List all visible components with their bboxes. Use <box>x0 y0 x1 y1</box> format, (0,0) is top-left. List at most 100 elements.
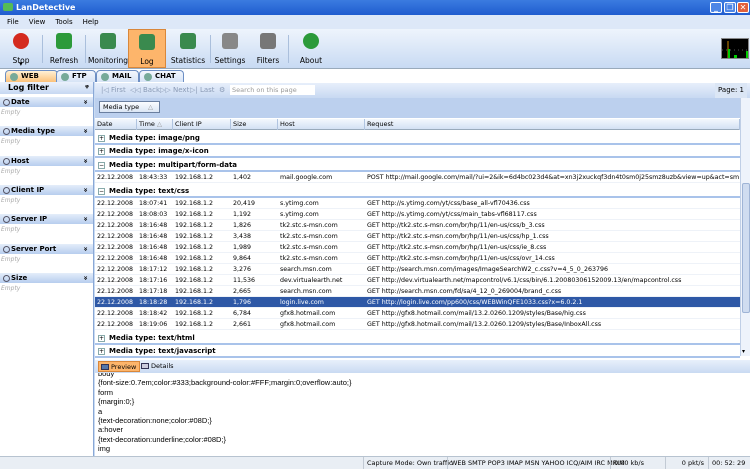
table-row[interactable]: 22.12.2008 18:07:41 192.168.1.2 20,419 s.yti… <box>95 198 740 210</box>
toolbar-separator <box>42 35 43 63</box>
dropdown-arrow-icon[interactable]: ▾ <box>19 59 23 68</box>
expand-icon[interactable]: » <box>81 246 91 251</box>
cell-size: 1,826 <box>233 222 252 230</box>
group-row[interactable]: + Media type: text/javascript <box>95 345 740 358</box>
preview-content[interactable]: body {font-size:0.7em;color:#333;backgrou… <box>95 373 750 456</box>
expand-icon[interactable]: + <box>98 135 105 142</box>
about-button[interactable]: About <box>290 29 332 68</box>
column-header-size[interactable]: Size <box>231 119 278 130</box>
preview-line: a:hover <box>98 425 124 435</box>
group-row[interactable]: − Media type: text/css <box>95 184 740 198</box>
table-row[interactable]: 22.12.2008 18:17:18 192.168.1.2 2,665 search… <box>95 286 740 298</box>
close-button[interactable]: ✕ <box>737 2 749 13</box>
column-header-host[interactable]: Host <box>278 119 365 130</box>
next-button[interactable]: ▷▷ Next <box>160 83 189 98</box>
tab-web[interactable]: WEB <box>5 70 58 82</box>
group-row[interactable]: + Media type: image/x-icon <box>95 145 740 159</box>
filter-media-type[interactable]: Media type » <box>0 126 93 137</box>
expand-icon[interactable]: + <box>98 148 105 156</box>
expand-icon[interactable]: » <box>81 217 91 222</box>
expand-icon[interactable]: » <box>81 129 91 134</box>
menu-help[interactable]: Help <box>83 18 99 26</box>
tab-preview[interactable]: Preview <box>98 361 141 372</box>
filters-button[interactable]: Filters <box>252 29 284 68</box>
settings-button[interactable]: Settings <box>212 29 248 68</box>
table-row[interactable]: 22.12.2008 18:08:03 192.168.1.2 1,192 s.ytim… <box>95 209 740 221</box>
filter-size[interactable]: Size » <box>0 272 93 283</box>
last-button[interactable]: ▷| Last <box>190 83 215 98</box>
first-button[interactable]: |◁ First <box>101 83 126 98</box>
cell-request: GET http://gfx8.hotmail.com/mail/13.2.02… <box>367 310 586 318</box>
tab-mail[interactable]: MAIL <box>96 70 139 82</box>
menu-view[interactable]: View <box>29 18 46 26</box>
column-header-date[interactable]: Date <box>95 119 137 130</box>
vertical-scrollbar[interactable]: ▾ <box>740 98 750 356</box>
search-input[interactable]: Search on this page <box>230 85 315 95</box>
group-row[interactable]: + Media type: image/png <box>95 132 740 145</box>
table-row[interactable]: 22.12.2008 18:43:33 192.168.1.2 1,402 mail.g… <box>95 172 740 184</box>
capture-mode: Capture Mode: Own traffic <box>363 457 456 469</box>
restore-button[interactable]: ❐ <box>724 2 736 13</box>
menu-tools[interactable]: Tools <box>55 18 72 26</box>
table-row[interactable]: 22.12.2008 18:18:28 192.168.1.2 1,796 login.… <box>95 297 740 309</box>
expand-icon[interactable]: » <box>81 276 91 281</box>
expand-icon[interactable]: » <box>81 100 91 105</box>
column-header-client-ip[interactable]: Client IP <box>173 119 231 130</box>
table-row[interactable]: 22.12.2008 18:16:48 192.168.1.2 9,864 tk2.st… <box>95 253 740 265</box>
scroll-down-icon[interactable]: ▾ <box>742 348 745 355</box>
filter-server-port[interactable]: Server Port » <box>0 243 93 254</box>
cell-date: 22.12.2008 <box>97 255 134 263</box>
filter-label: Server Port <box>11 244 57 253</box>
pin-icon[interactable]: ᵠ <box>85 82 89 94</box>
toolbar-separator <box>85 35 86 63</box>
column-header-time[interactable]: Time △ <box>137 119 173 130</box>
statistics-button[interactable]: Statistics <box>168 29 208 68</box>
table-row[interactable]: 22.12.2008 18:19:06 192.168.1.2 2,661 gfx8.h… <box>95 319 740 331</box>
collapse-icon[interactable]: − <box>98 187 105 195</box>
tab-ftp[interactable]: FTP <box>56 70 96 82</box>
table-row[interactable]: 22.12.2008 18:16:48 192.168.1.2 1,826 tk2.st… <box>95 220 740 232</box>
refresh-button[interactable]: Refresh <box>44 29 84 68</box>
table-row[interactable]: 22.12.2008 18:17:16 192.168.1.2 11,536 dev.v… <box>95 275 740 287</box>
group-label: Media type: text/css <box>109 186 190 195</box>
log-icon <box>139 34 155 50</box>
table-row[interactable]: 22.12.2008 18:16:48 192.168.1.2 3,438 tk2.st… <box>95 231 740 243</box>
expand-icon[interactable]: » <box>81 188 91 193</box>
preview-icon <box>101 364 109 370</box>
filter-client-ip[interactable]: Client IP » <box>0 184 93 195</box>
title-bar: LanDetective _ ❐ ✕ <box>0 0 750 15</box>
table-row[interactable]: 22.12.2008 18:18:42 192.168.1.2 6,784 gfx8.h… <box>95 308 740 320</box>
filter-host[interactable]: Host » <box>0 155 93 166</box>
stop-button[interactable]: Stop ▾ <box>2 29 40 68</box>
filter-icon <box>260 33 276 49</box>
group-row[interactable]: − Media type: multipart/form-data <box>95 158 740 172</box>
log-filter-panel: Log filter ᵠ Date» Empty Media type» Empty Ho… <box>0 82 94 456</box>
expand-icon[interactable]: + <box>98 348 105 355</box>
group-by-media-type-button[interactable]: Media type △ <box>99 101 160 113</box>
table-row[interactable]: 22.12.2008 18:17:12 192.168.1.2 3,276 search… <box>95 264 740 276</box>
group-row[interactable]: + Media type: text/html <box>95 331 740 345</box>
back-button[interactable]: ◁◁ Back <box>130 83 160 98</box>
chat-icon <box>144 73 152 81</box>
expand-icon[interactable]: + <box>98 334 105 342</box>
monitoring-button[interactable]: Monitoring <box>87 29 129 68</box>
collapse-icon[interactable]: − <box>98 161 105 169</box>
column-header-request[interactable]: Request <box>365 119 740 130</box>
filter-date[interactable]: Date » <box>0 97 93 107</box>
log-button[interactable]: Log <box>128 29 166 68</box>
mail-icon <box>101 73 109 81</box>
scrollbar-thumb[interactable] <box>742 183 750 313</box>
expand-icon[interactable]: » <box>81 158 91 163</box>
cell-size: 3,438 <box>233 233 252 241</box>
filter-server-ip[interactable]: Server IP » <box>0 214 93 225</box>
tab-details[interactable]: Details <box>139 361 177 372</box>
cell-time: 18:17:12 <box>139 266 168 274</box>
minimize-button[interactable]: _ <box>710 2 722 13</box>
menu-file[interactable]: File <box>7 18 19 26</box>
filter-empty: Empty <box>1 109 21 116</box>
speed: 0.00 kb/s <box>610 457 647 469</box>
tab-chat[interactable]: CHAT <box>139 70 184 82</box>
cell-time: 18:16:48 <box>139 255 168 263</box>
cell-client-ip: 192.168.1.2 <box>175 299 214 307</box>
table-row[interactable]: 22.12.2008 18:16:48 192.168.1.2 1,989 tk2.st… <box>95 242 740 254</box>
